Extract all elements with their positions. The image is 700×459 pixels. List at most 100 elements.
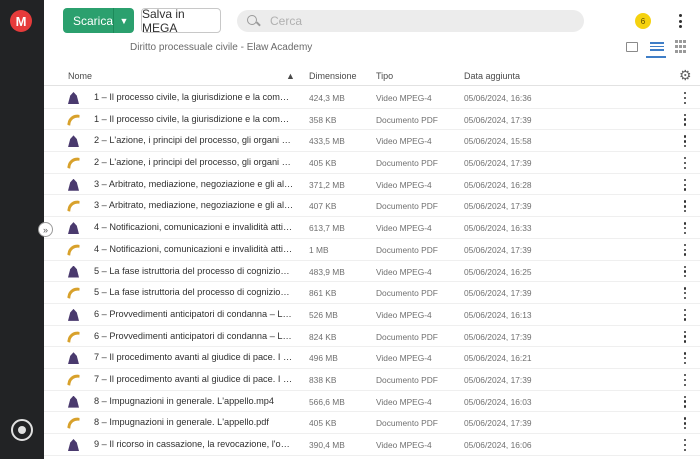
file-date: 05/06/2024, 16:33: [464, 223, 532, 234]
file-type: Video MPEG-4: [376, 223, 432, 234]
file-date: 05/06/2024, 16:06: [464, 440, 532, 450]
file-date: 05/06/2024, 17:39: [464, 114, 532, 125]
video-file-icon: [68, 265, 79, 278]
table-row[interactable]: 7 – Il procedimento avanti al giudice di…: [44, 369, 700, 391]
table-row[interactable]: 5 – La fase istruttoria del processo di …: [44, 261, 700, 283]
column-type[interactable]: Tipo: [376, 71, 393, 81]
row-menu-icon[interactable]: [681, 287, 689, 300]
file-size: 824 KB: [309, 331, 337, 342]
row-menu-icon[interactable]: [681, 330, 689, 343]
expand-glyph: »: [42, 224, 48, 235]
menu-kebab-icon[interactable]: [674, 13, 686, 29]
table-row[interactable]: 5 – La fase istruttoria del processo di …: [44, 282, 700, 304]
file-name: 9 – Il ricorso in cassazione, la revocaz…: [94, 439, 294, 449]
table-row[interactable]: 7 – Il procedimento avanti al giudice di…: [44, 347, 700, 369]
file-type: Documento PDF: [376, 158, 438, 169]
gear-icon[interactable]: ⚙: [679, 68, 693, 82]
file-type: Documento PDF: [376, 114, 438, 125]
search-icon: [246, 14, 260, 28]
table-row[interactable]: 9 – Il ricorso in cassazione, la revocaz…: [44, 434, 700, 456]
video-file-icon: [68, 395, 79, 408]
file-name: 6 – Provvedimenti anticipatori di condan…: [94, 330, 294, 341]
table-row[interactable]: 3 – Arbitrato, mediazione, negoziazione …: [44, 195, 700, 218]
file-size: 566,6 MB: [309, 396, 345, 407]
chevron-down-icon[interactable]: ▼: [113, 8, 134, 33]
file-size: 1 MB: [309, 244, 329, 255]
row-menu-icon[interactable]: [681, 178, 689, 191]
file-name: 5 – La fase istruttoria del processo di …: [94, 265, 294, 276]
file-name: 2 – L'azione, i principi del processo, g…: [94, 135, 294, 146]
video-file-icon: [68, 92, 79, 104]
search-input[interactable]: [270, 14, 570, 28]
grid-view-icon[interactable]: [675, 40, 689, 54]
file-size: 838 KB: [309, 374, 337, 385]
file-date: 05/06/2024, 16:13: [464, 309, 532, 320]
pdf-file-icon: [67, 329, 80, 344]
pdf-file-icon: [67, 243, 80, 257]
column-name[interactable]: Nome: [68, 71, 92, 81]
file-type: Video MPEG-4: [376, 136, 432, 147]
table-row[interactable]: 8 – Impugnazioni in generale. L'appello.…: [44, 412, 700, 434]
column-date[interactable]: Data aggiunta: [464, 71, 520, 81]
notification-badge[interactable]: 6: [635, 13, 651, 29]
file-size: 526 MB: [309, 309, 338, 320]
file-date: 05/06/2024, 17:39: [464, 288, 532, 299]
save-to-mega-button[interactable]: Salva in MEGA: [141, 7, 221, 35]
row-menu-icon[interactable]: [681, 157, 689, 170]
row-menu-icon[interactable]: [681, 373, 689, 386]
download-button[interactable]: Scarica ▼: [63, 8, 134, 33]
file-name: 7 – Il procedimento avanti al giudice di…: [94, 352, 294, 363]
table-row[interactable]: 4 – Notificazioni, comunicazioni e inval…: [44, 217, 700, 239]
row-menu-icon[interactable]: [681, 308, 689, 321]
sort-up-icon[interactable]: ▲: [286, 71, 295, 81]
row-menu-icon[interactable]: [681, 200, 689, 213]
table-row[interactable]: 2 – L'azione, i principi del processo, g…: [44, 130, 700, 153]
file-size: 390,4 MB: [309, 440, 345, 450]
row-menu-icon[interactable]: [681, 417, 689, 430]
file-date: 05/06/2024, 15:58: [464, 136, 532, 147]
file-date: 05/06/2024, 16:25: [464, 266, 532, 277]
row-menu-icon[interactable]: [681, 92, 689, 104]
file-size: 405 KB: [309, 158, 337, 169]
file-name: 7 – Il procedimento avanti al giudice di…: [94, 373, 294, 384]
logo-letter: M: [15, 13, 27, 29]
table-row[interactable]: 4 – Notificazioni, comunicazioni e inval…: [44, 239, 700, 261]
account-icon[interactable]: [11, 419, 33, 441]
file-size: 613,7 MB: [309, 223, 345, 234]
mega-logo[interactable]: M: [10, 10, 32, 32]
table-row[interactable]: 2 – L'azione, i principi del processo, g…: [44, 152, 700, 174]
row-menu-icon[interactable]: [681, 222, 689, 235]
list-view-icon[interactable]: [646, 40, 666, 58]
table-row[interactable]: 6 – Provvedimenti anticipatori di condan…: [44, 326, 700, 348]
file-name: 2 – L'azione, i principi del processo, g…: [94, 157, 294, 168]
video-file-icon: [68, 308, 79, 321]
row-menu-icon[interactable]: [681, 135, 689, 148]
column-size[interactable]: Dimensione: [309, 71, 357, 81]
file-name: 1 – Il processo civile, la giurisdizione…: [94, 92, 294, 102]
row-menu-icon[interactable]: [681, 352, 689, 365]
search-bar[interactable]: [237, 10, 584, 32]
file-date: 05/06/2024, 17:39: [464, 201, 532, 212]
table-row[interactable]: 6 – Provvedimenti anticipatori di condan…: [44, 304, 700, 326]
file-size: 433,5 MB: [309, 136, 345, 147]
pdf-file-icon: [67, 286, 80, 300]
table-row[interactable]: 1 – Il processo civile, la giurisdizione…: [44, 87, 700, 109]
table-row[interactable]: 3 – Arbitrato, mediazione, negoziazione …: [44, 174, 700, 196]
file-size: 358 KB: [309, 114, 337, 125]
expand-sidebar-button[interactable]: »: [38, 222, 53, 237]
thumbnail-view-icon[interactable]: [626, 42, 638, 52]
row-menu-icon[interactable]: [681, 395, 689, 408]
video-file-icon: [68, 178, 79, 191]
file-name: 3 – Arbitrato, mediazione, negoziazione …: [94, 200, 294, 211]
file-date: 05/06/2024, 17:39: [464, 331, 532, 342]
row-menu-icon[interactable]: [681, 439, 689, 451]
file-date: 05/06/2024, 16:28: [464, 179, 532, 190]
pdf-file-icon: [67, 416, 80, 431]
table-row[interactable]: 8 – Impugnazioni in generale. L'appello.…: [44, 391, 700, 413]
pdf-file-icon: [67, 373, 80, 387]
row-menu-icon[interactable]: [681, 113, 689, 126]
row-menu-icon[interactable]: [681, 265, 689, 278]
table-row[interactable]: 1 – Il processo civile, la giurisdizione…: [44, 109, 700, 131]
pdf-file-icon: [67, 156, 80, 170]
row-menu-icon[interactable]: [681, 243, 689, 256]
